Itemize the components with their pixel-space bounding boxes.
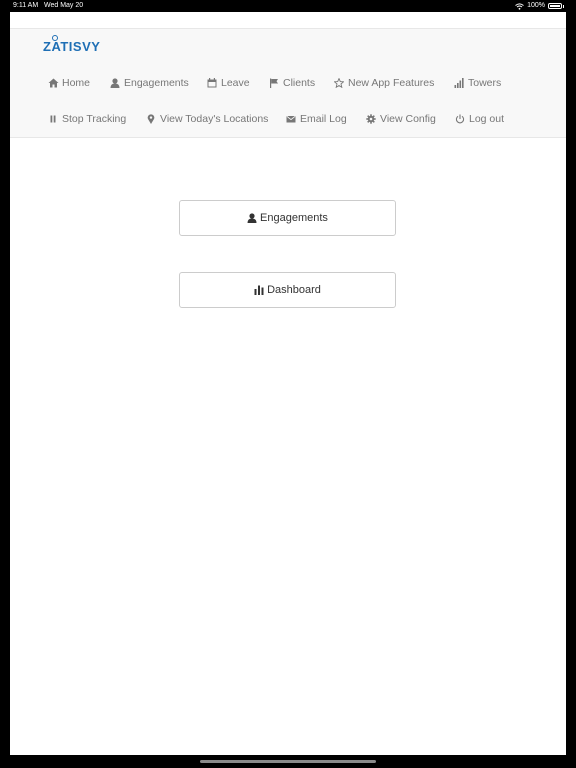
- status-time: 9:11 AM: [13, 2, 39, 9]
- nav-item-new-app-features[interactable]: New App Features: [334, 77, 434, 89]
- map-marker-icon: [146, 114, 157, 124]
- nav-item-leave[interactable]: Leave: [207, 77, 250, 89]
- nav-item-towers[interactable]: Towers: [454, 77, 501, 89]
- engagements-button[interactable]: Engagements: [179, 200, 396, 236]
- brand-name: ZATISVY: [43, 39, 101, 54]
- nav-item-label: Log out: [469, 113, 505, 125]
- nav-item-label: Email Log: [300, 113, 347, 125]
- dashboard-button-label: Dashboard: [267, 284, 321, 296]
- nav-item-view-todays-locations[interactable]: View Today's Locations: [146, 113, 268, 125]
- user-icon: [110, 78, 121, 88]
- nav-item-home[interactable]: Home: [48, 77, 90, 89]
- bar-chart-icon: [254, 285, 264, 295]
- nav-item-stop-tracking[interactable]: Stop Tracking: [48, 113, 126, 125]
- calendar-icon: [207, 78, 218, 88]
- brand-logo[interactable]: ZATISVY: [43, 35, 101, 54]
- nav-item-label: Leave: [221, 77, 250, 89]
- wifi-icon: [515, 2, 524, 10]
- user-icon: [247, 213, 257, 223]
- status-bar: 9:11 AM Wed May 20 100%: [0, 0, 576, 12]
- nav-item-label: Towers: [468, 77, 502, 89]
- nav-item-label: New App Features: [348, 77, 435, 89]
- battery-tip: [563, 4, 564, 8]
- nav-item-label: Clients: [283, 77, 316, 89]
- star-icon: [334, 78, 345, 88]
- status-date: Wed May 20: [44, 2, 84, 9]
- battery-icon: [548, 3, 562, 9]
- nav-item-log-out[interactable]: Log out: [455, 113, 504, 125]
- power-icon: [455, 114, 466, 124]
- nav-item-label: Home: [62, 77, 91, 89]
- flag-icon: [269, 78, 280, 88]
- app-window: ZATISVY Home Engagements Leave Clients N…: [10, 12, 566, 755]
- nav-item-clients[interactable]: Clients: [269, 77, 315, 89]
- gear-icon: [366, 114, 377, 124]
- nav-item-label: View Config: [380, 113, 436, 125]
- nav-item-label: Engagements: [124, 77, 189, 89]
- logo-mark-icon: [52, 35, 58, 41]
- battery-percent: 100%: [527, 2, 545, 9]
- nav-item-view-config[interactable]: View Config: [366, 113, 436, 125]
- nav-item-email-log[interactable]: Email Log: [286, 113, 347, 125]
- dashboard-button[interactable]: Dashboard: [179, 272, 396, 308]
- engagements-button-label: Engagements: [260, 212, 328, 224]
- envelope-icon: [286, 114, 297, 124]
- signal-icon: [454, 78, 465, 88]
- status-right: 100%: [515, 0, 564, 12]
- nav-item-label: Stop Tracking: [62, 113, 127, 125]
- pause-icon: [48, 114, 59, 124]
- nav-item-label: View Today's Locations: [160, 113, 269, 125]
- nav-item-engagements[interactable]: Engagements: [110, 77, 189, 89]
- home-icon: [48, 78, 59, 88]
- home-indicator[interactable]: [200, 760, 376, 763]
- navbar: ZATISVY Home Engagements Leave Clients N…: [10, 28, 566, 138]
